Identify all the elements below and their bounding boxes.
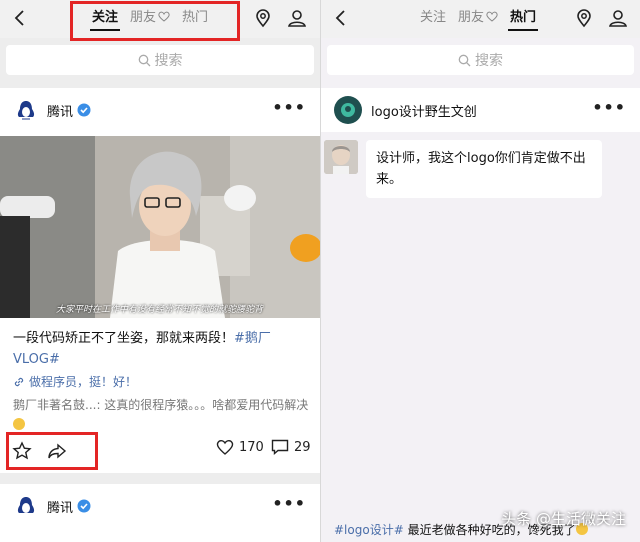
video-thumbnail[interactable]: 大家平时在工作中有没有经常不知不觉的就驼腰驼背 — [0, 136, 320, 318]
tencent-penguin-logo[interactable] — [14, 98, 38, 122]
watermark: 头条 @生活微关注 — [501, 510, 626, 528]
profile-icon[interactable] — [287, 8, 307, 28]
tab-friends[interactable]: 朋友 — [452, 0, 504, 38]
tab-following[interactable]: 关注 — [414, 0, 452, 38]
hashtag-link[interactable]: #logo设计# — [334, 523, 404, 537]
more-options-icon[interactable]: ••• — [272, 494, 306, 513]
post-text: 一段代码矫正不了坐姿，那就来两段！#鹅厂VLOG# — [13, 331, 271, 367]
top-nav-bar: 关注 朋友 热门 — [321, 0, 640, 38]
search-icon — [138, 54, 150, 66]
verified-badge-icon — [77, 499, 91, 513]
video-frame-illustration — [0, 136, 320, 318]
post-card: 腾讯 ••• 大家平时在工作中有没有经常不知不觉的就驼腰驼背 一段代码矫正不了坐… — [0, 88, 320, 473]
tabs-highlight-box — [70, 1, 240, 41]
search-placeholder: 搜索 — [475, 53, 503, 69]
like-count: 170 — [239, 439, 264, 455]
video-subtitle: 大家平时在工作中有没有经常不知不觉的就驼腰驼背 — [56, 305, 264, 315]
post-header: 腾讯 ••• — [0, 88, 320, 132]
author-avatar[interactable] — [334, 96, 362, 124]
feed-tabs: 关注 朋友 热门 — [414, 0, 542, 38]
chat-bubble: 设计师，我这个logo你们肯定做不出来。 — [366, 140, 602, 198]
post-author-name[interactable]: logo设计野生文创 — [371, 101, 477, 120]
next-post-author-name[interactable]: 腾讯 — [47, 497, 73, 516]
tab-hot[interactable]: 热门 — [504, 0, 542, 38]
right-panel: 关注 朋友 热门 搜索 logo设计野生文创 ••• 设计师，我这个logo你们… — [321, 0, 640, 542]
post-header-card: logo设计野生文创 ••• — [321, 88, 640, 132]
more-options-icon[interactable]: ••• — [272, 98, 306, 117]
comment-button[interactable]: 29 — [271, 439, 311, 455]
search-placeholder: 搜索 — [154, 53, 183, 69]
more-options-icon[interactable]: ••• — [592, 98, 626, 117]
tencent-penguin-logo[interactable] — [14, 494, 38, 518]
post-author-name[interactable]: 腾讯 — [47, 101, 73, 120]
smiley-emoji-icon — [13, 418, 25, 430]
next-post-header: 腾讯 ••• — [0, 484, 320, 528]
top-comment[interactable]: 鹅厂非著名鼓...: 这真的很程序猿。。。啥都爱用代码解决 — [13, 395, 310, 435]
search-bar[interactable]: 搜索 — [6, 45, 314, 75]
next-post-card: 腾讯 ••• — [0, 484, 320, 542]
comment-bubble-icon — [271, 439, 289, 455]
profile-icon[interactable] — [608, 8, 628, 28]
left-panel: 关注 朋友 热门 搜索 腾讯 ••• 大家平时在工作中有没有经常不知不觉的就驼腰… — [0, 0, 320, 542]
verified-badge-icon — [77, 103, 91, 117]
location-pin-icon[interactable] — [574, 8, 594, 28]
back-arrow-icon[interactable] — [331, 8, 351, 28]
heart-icon — [216, 439, 234, 455]
chat-avatar — [324, 140, 358, 174]
back-arrow-icon[interactable] — [10, 8, 30, 28]
topic-link-text: 做程序员，挺！好！ — [29, 375, 138, 389]
search-icon — [458, 54, 471, 66]
location-pin-icon[interactable] — [253, 8, 273, 28]
topic-link[interactable]: 做程序员，挺！好！ — [13, 373, 137, 390]
link-icon — [14, 377, 24, 386]
actions-highlight-box — [6, 432, 98, 470]
like-button[interactable]: 170 — [216, 439, 264, 455]
heart-outline-icon — [486, 11, 498, 22]
search-bar[interactable]: 搜索 — [327, 45, 634, 75]
post-header: logo设计野生文创 ••• — [321, 88, 640, 132]
comment-count: 29 — [294, 439, 311, 455]
